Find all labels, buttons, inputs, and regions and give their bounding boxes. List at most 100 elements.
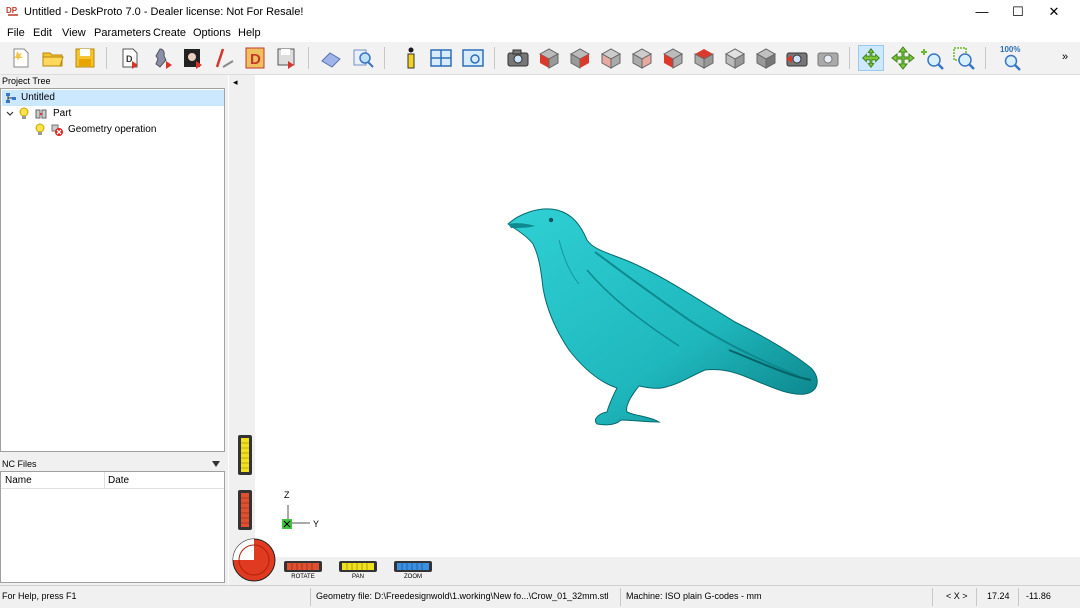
left-panel: Project Tree Untitled Part Geometry oper… — [0, 75, 228, 585]
rotate-thumbwheel-icon[interactable] — [284, 561, 322, 572]
status-divider — [310, 588, 311, 606]
load-part-icon[interactable] — [150, 45, 176, 71]
toolbar-separator — [308, 47, 309, 69]
deskproto-d-icon[interactable]: D — [242, 45, 268, 71]
pan-label: PAN — [352, 574, 364, 580]
status-divider — [976, 588, 977, 606]
title-bar: DP Untitled - DeskProto 7.0 - Dealer lic… — [0, 0, 1080, 24]
column-divider[interactable] — [104, 472, 105, 488]
view-iso-icon[interactable] — [536, 45, 562, 71]
status-geometry-file: Geometry file: D:\Freedesignwold\1.worki… — [316, 591, 609, 601]
view-right-icon[interactable] — [598, 45, 624, 71]
zoom-label: ZOOM — [404, 574, 422, 580]
toolbar-separator — [494, 47, 495, 69]
menu-options[interactable]: Options — [193, 27, 231, 39]
save-geometry-icon[interactable] — [274, 45, 300, 71]
load-bitmap-icon[interactable] — [180, 45, 206, 71]
project-icon — [6, 93, 16, 103]
view-bottom-icon[interactable] — [722, 45, 748, 71]
3d-viewport[interactable]: ◂ Z Y ROTATE PAN ZOOM — [229, 75, 1080, 585]
part-icon — [35, 109, 47, 119]
status-divider — [932, 588, 933, 606]
lightbulb-icon[interactable] — [19, 107, 29, 121]
status-bar: For Help, press F1 Geometry file: D:\Fre… — [0, 585, 1080, 608]
pan-thumbwheel-icon[interactable] — [339, 561, 377, 572]
nc-files-list[interactable]: Name Date — [0, 471, 225, 583]
svg-text:D: D — [250, 51, 261, 68]
single-view-icon[interactable] — [460, 45, 486, 71]
svg-text:D: D — [126, 54, 133, 64]
svg-text:DP: DP — [6, 6, 18, 15]
nc-files-title: NC Files — [2, 459, 37, 469]
nc-files-column-headers: Name Date — [1, 472, 224, 489]
inspect-icon[interactable] — [350, 45, 376, 71]
open-folder-icon[interactable] — [40, 45, 66, 71]
four-views-icon[interactable] — [428, 45, 454, 71]
zoom-thumbwheel-vertical-icon[interactable] — [238, 435, 252, 475]
nc-files-header: NC Files — [0, 458, 226, 470]
rotate-dial-icon[interactable] — [232, 538, 276, 582]
rotate-thumbwheel-vertical-icon[interactable] — [238, 490, 252, 530]
tree-item-label: Part — [53, 108, 72, 119]
zoom-thumbwheel-icon[interactable] — [394, 561, 432, 572]
column-header-date[interactable]: Date — [108, 475, 129, 486]
menu-view[interactable]: View — [62, 27, 86, 39]
collapse-panel-button[interactable]: ◂ — [233, 77, 238, 88]
tree-item-geometry-operation[interactable]: Geometry operation — [2, 122, 224, 138]
camera-icon[interactable] — [505, 45, 531, 71]
menu-file[interactable]: File — [7, 27, 25, 39]
status-divider — [620, 588, 621, 606]
status-machine: Machine: ISO plain G-codes - mm — [626, 591, 762, 601]
lightbulb-icon[interactable] — [35, 123, 45, 137]
view-solid-icon[interactable] — [753, 45, 779, 71]
main-toolbar: D D 100% » — [0, 42, 1080, 75]
zoom-window-icon[interactable] — [951, 45, 977, 71]
save-icon[interactable] — [72, 45, 98, 71]
rotate-mode-icon[interactable] — [858, 45, 884, 71]
chevron-down-icon[interactable] — [6, 110, 14, 118]
window-title: Untitled - DeskProto 7.0 - Dealer licens… — [24, 6, 304, 18]
rotate-label: ROTATE — [291, 574, 315, 580]
status-nav: < X > — [946, 591, 968, 601]
view-top-icon[interactable] — [691, 45, 717, 71]
zoom-in-icon[interactable] — [920, 45, 946, 71]
chevron-down-icon[interactable] — [212, 461, 220, 467]
previous-view-icon[interactable] — [784, 45, 810, 71]
tree-item-root[interactable]: Untitled — [2, 90, 224, 106]
status-x-coordinate: 17.24 — [987, 591, 1010, 601]
toolbar-overflow-button[interactable]: » — [1062, 51, 1068, 63]
view-left-icon[interactable] — [660, 45, 686, 71]
toolbar-separator — [985, 47, 986, 69]
view-back-icon[interactable] — [629, 45, 655, 71]
tree-item-label: Geometry operation — [68, 124, 157, 135]
toolbar-separator — [849, 47, 850, 69]
status-divider — [1018, 588, 1019, 606]
new-file-icon[interactable] — [8, 45, 34, 71]
crow-3d-model[interactable] — [499, 200, 829, 430]
eraser-icon[interactable] — [318, 45, 344, 71]
minimize-button[interactable]: — — [964, 0, 1000, 24]
project-tree[interactable]: Untitled Part Geometry operation — [0, 88, 225, 452]
axis-z-label: Z — [284, 490, 290, 500]
menu-help[interactable]: Help — [238, 27, 261, 39]
tree-item-label: Untitled — [21, 92, 55, 103]
pan-mode-icon[interactable] — [890, 45, 916, 71]
tree-item-part[interactable]: Part — [2, 106, 224, 122]
column-header-name[interactable]: Name — [5, 475, 32, 486]
toolbar-separator — [384, 47, 385, 69]
load-geometry-icon[interactable]: D — [118, 45, 144, 71]
maximize-button[interactable]: ☐ — [1000, 0, 1036, 24]
zoom-100-button[interactable]: 100% — [998, 45, 1024, 71]
status-y-coordinate: -11.86 — [1026, 591, 1051, 601]
menu-parameters[interactable]: Parameters — [94, 27, 151, 39]
load-vector-icon[interactable] — [212, 45, 238, 71]
menu-create[interactable]: Create — [153, 27, 186, 39]
menu-edit[interactable]: Edit — [33, 27, 52, 39]
next-view-icon[interactable] — [815, 45, 841, 71]
info-icon[interactable] — [398, 45, 424, 71]
zoom-extents-icon — [1004, 54, 1021, 71]
project-tree-header: Project Tree — [0, 75, 226, 87]
close-button[interactable]: ✕ — [1036, 0, 1072, 24]
toolbar-separator — [106, 47, 107, 69]
view-front-icon[interactable] — [567, 45, 593, 71]
